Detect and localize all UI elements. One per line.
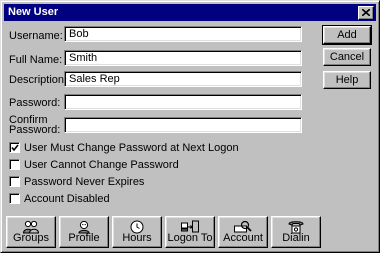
cannot-change-password-checkbox[interactable] [9,159,20,170]
fullname-label: Full Name: [9,54,63,66]
help-button[interactable]: Help [323,71,371,89]
help-button-label: Help [335,74,359,86]
close-icon [362,9,370,16]
cancel-button[interactable]: Cancel [323,48,371,66]
description-input[interactable]: Sales Rep [64,71,302,87]
title-bar[interactable]: New User [4,4,376,21]
new-user-dialog: New User Username: Full Name: Descriptio… [0,0,380,253]
confirm-label-line2: Password: [9,124,61,136]
account-disabled-label[interactable]: Account Disabled [24,193,110,205]
profile-button[interactable]: Profile [59,216,109,248]
description-label: Description: [9,74,68,86]
password-label: Password: [9,97,61,109]
account-disabled-checkbox[interactable] [9,193,20,204]
logon-to-button[interactable]: Logon To [165,216,215,248]
password-never-expires-checkbox[interactable] [9,176,20,187]
add-button[interactable]: Add [322,25,372,45]
cannot-change-password-label[interactable]: User Cannot Change Password [24,159,179,171]
hours-button[interactable]: Hours [112,216,162,248]
profile-button-label: Profile [68,232,100,244]
username-input[interactable]: Bob [64,26,302,42]
groups-button-label: Groups [12,232,50,244]
confirm-password-input[interactable] [64,117,302,133]
hours-button-label: Hours [122,232,152,244]
username-label: Username: [9,30,63,42]
dialin-button-label: Dialin [282,232,310,244]
close-button[interactable] [358,6,374,20]
groups-button[interactable]: Groups [6,216,56,248]
checkmark-icon [11,144,19,152]
dialin-button[interactable]: Dialin [271,216,321,248]
account-button-label: Account [223,232,263,244]
account-button[interactable]: Account [218,216,268,248]
window-title: New User [8,6,59,18]
cancel-button-label: Cancel [329,51,365,63]
must-change-password-label[interactable]: User Must Change Password at Next Logon [24,142,239,154]
add-button-label: Add [337,29,357,41]
password-input[interactable] [64,94,302,110]
logon-to-button-label: Logon To [167,232,213,244]
password-never-expires-label[interactable]: Password Never Expires [24,176,144,188]
fullname-input[interactable]: Smith [64,50,302,66]
must-change-password-checkbox[interactable] [9,142,20,153]
